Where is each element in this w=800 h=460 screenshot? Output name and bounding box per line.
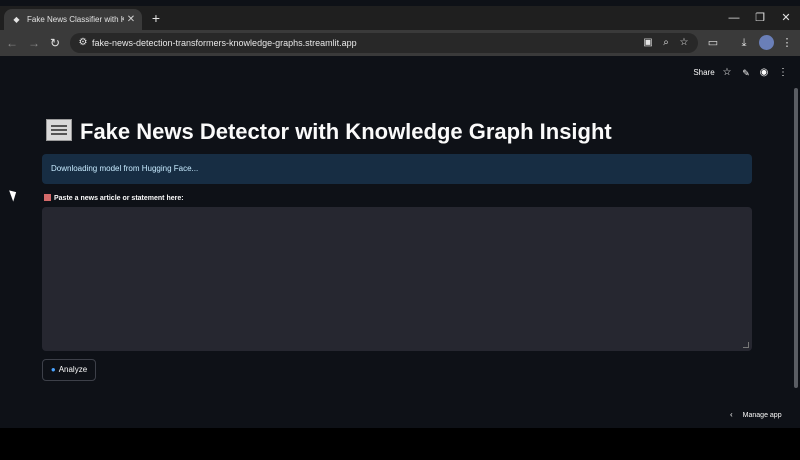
browser-tab[interactable]: ◆ Fake News Classifier with Knowle ✕ bbox=[4, 9, 142, 30]
share-button[interactable]: Share bbox=[692, 66, 716, 80]
install-app-icon[interactable]: ▣ bbox=[640, 35, 656, 51]
manage-app-button[interactable]: ‹ Manage app bbox=[730, 408, 782, 422]
app-menu-icon[interactable]: ⋮ bbox=[777, 66, 789, 80]
book-icon bbox=[44, 194, 51, 201]
mouse-cursor-icon bbox=[9, 188, 19, 202]
info-alert: Downloading model from Hugging Face... bbox=[42, 154, 752, 184]
minimize-button[interactable]: — bbox=[724, 10, 744, 26]
github-icon[interactable]: ◉ bbox=[758, 66, 770, 80]
resize-handle-icon[interactable] bbox=[743, 342, 749, 348]
analyze-label: Analyze bbox=[58, 365, 88, 374]
tab-strip: ◆ Fake News Classifier with Knowle ✕ + —… bbox=[0, 6, 800, 30]
address-bar[interactable]: ⚙ fake-news-detection-transformers-knowl… bbox=[70, 33, 698, 53]
tab-title: Fake News Classifier with Knowle bbox=[27, 15, 124, 24]
profile-avatar[interactable] bbox=[759, 35, 774, 50]
tune-icon[interactable]: ⚙ bbox=[76, 35, 90, 51]
analyze-button[interactable]: ● Analyze bbox=[42, 359, 96, 381]
input-label-text: Paste a news article or statement here: bbox=[54, 195, 184, 202]
page-title-text: Fake News Detector with Knowledge Graph … bbox=[80, 119, 612, 144]
input-label: Paste a news article or statement here: bbox=[44, 193, 184, 205]
browser-toolbar: ← → ↻ ⚙ fake-news-detection-transformers… bbox=[0, 30, 800, 56]
page-scrollbar[interactable] bbox=[794, 88, 798, 388]
close-window-button[interactable]: ✕ bbox=[776, 10, 796, 26]
chevron-left-icon: ‹ bbox=[730, 410, 733, 419]
magnifier-icon: ● bbox=[50, 365, 56, 374]
bookmark-star-icon[interactable]: ☆ bbox=[676, 35, 692, 51]
menu-kebab-icon[interactable]: ⋮ bbox=[779, 35, 795, 51]
news-text-area[interactable] bbox=[42, 207, 752, 351]
newspaper-icon bbox=[46, 119, 72, 141]
star-icon[interactable]: ☆ bbox=[721, 66, 733, 80]
page-title: Fake News Detector with Knowledge Graph … bbox=[46, 114, 746, 150]
edit-icon[interactable]: ✎ bbox=[740, 66, 752, 80]
browser-window: ◆ Fake News Classifier with Knowle ✕ + —… bbox=[0, 0, 800, 428]
cast-icon[interactable]: ▭ bbox=[705, 35, 721, 51]
restore-button[interactable]: ❐ bbox=[750, 10, 770, 26]
back-button[interactable]: ← bbox=[4, 35, 20, 51]
streamlit-favicon-icon: ◆ bbox=[13, 15, 20, 24]
new-tab-button[interactable]: + bbox=[148, 10, 164, 26]
forward-button[interactable]: → bbox=[26, 35, 42, 51]
reload-button[interactable]: ↻ bbox=[47, 35, 63, 51]
zoom-icon[interactable]: ⌕ bbox=[658, 35, 674, 51]
url-text[interactable]: fake-news-detection-transformers-knowled… bbox=[92, 33, 357, 53]
download-icon[interactable]: ⤓ bbox=[736, 35, 752, 51]
tab-close-icon[interactable]: ✕ bbox=[124, 14, 138, 25]
manage-app-label: Manage app bbox=[742, 412, 782, 419]
info-message: Downloading model from Hugging Face... bbox=[51, 164, 199, 173]
